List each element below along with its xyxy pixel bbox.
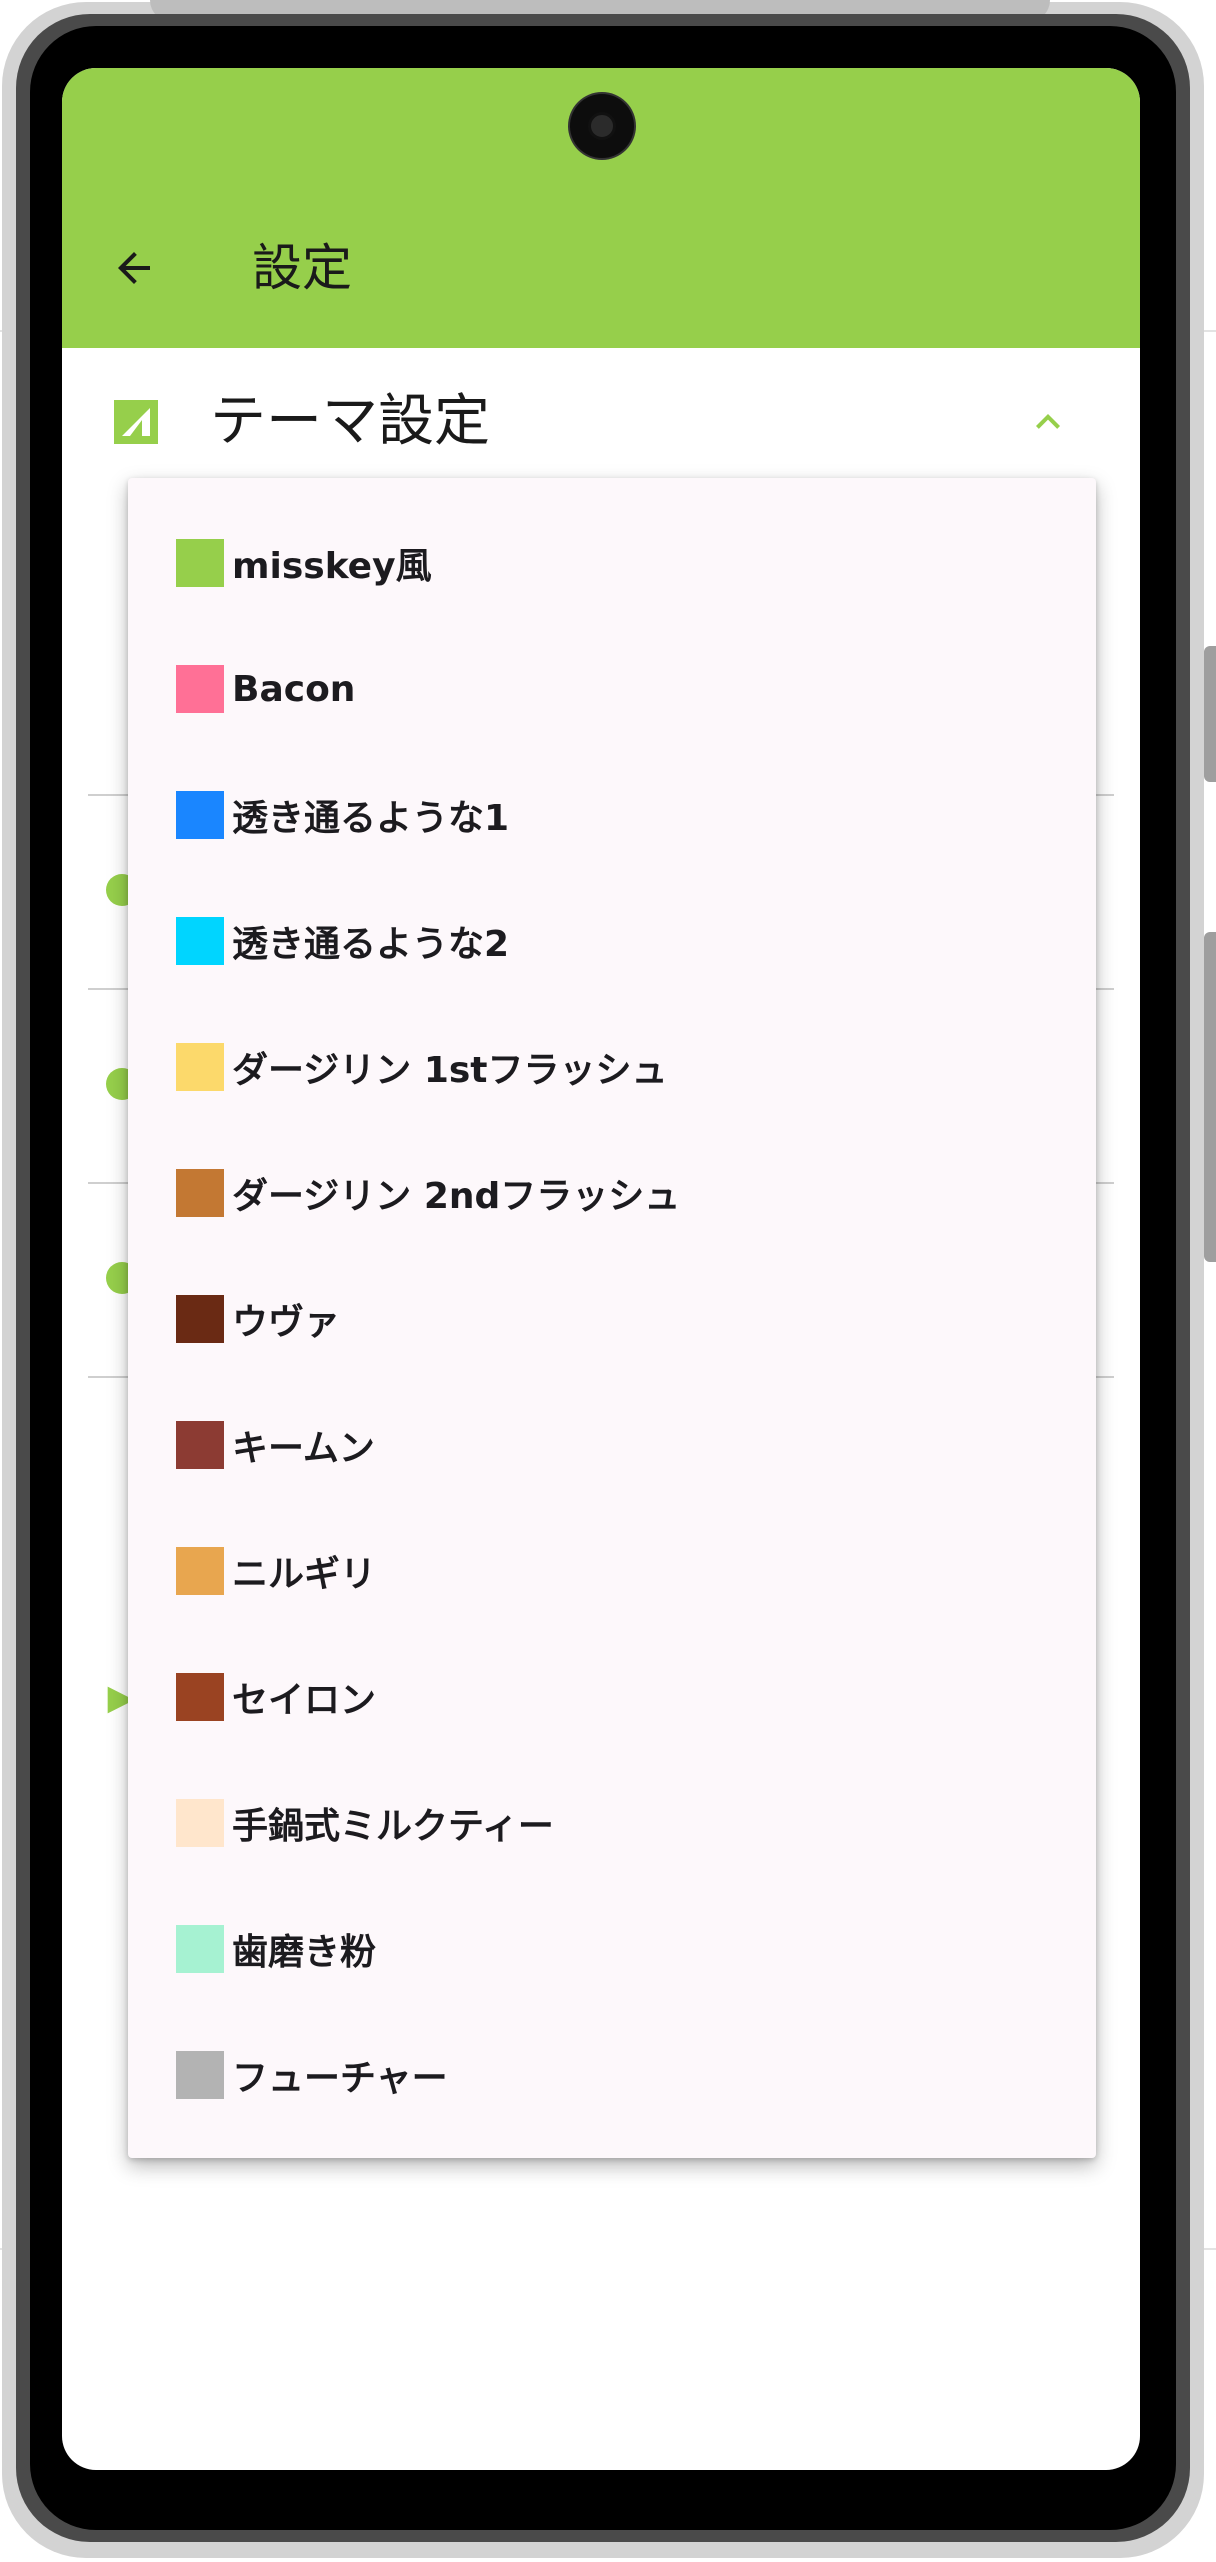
- theme-icon: [114, 400, 158, 444]
- theme-option[interactable]: misskey風: [128, 500, 1096, 626]
- theme-option[interactable]: キームン: [128, 1382, 1096, 1508]
- device-screenshot: 設定 テーマ設定 misskey風 Bacon 透き通るような1 透き通るような2 ダー…: [0, 0, 1216, 2562]
- color-swatch: [176, 1673, 224, 1721]
- power-button: [1204, 932, 1216, 1262]
- theme-option-label: セイロン: [232, 1680, 377, 1721]
- app-screen: 設定 テーマ設定 misskey風 Bacon 透き通るような1 透き通るような2 ダー…: [62, 68, 1140, 2470]
- page-title: 設定: [252, 239, 352, 297]
- theme-dropdown-menu: misskey風 Bacon 透き通るような1 透き通るような2 ダージリン 1stフラ…: [128, 478, 1096, 2158]
- theme-option-label: ダージリン 2ndフラッシュ: [232, 1176, 681, 1217]
- theme-option-label: キームン: [232, 1428, 375, 1469]
- color-swatch: [176, 1169, 224, 1217]
- theme-option-label: 透き通るような1: [232, 798, 510, 839]
- app-bar: 設定: [62, 68, 1140, 348]
- theme-option[interactable]: ダージリン 1stフラッシュ: [128, 1004, 1096, 1130]
- theme-option[interactable]: ダージリン 2ndフラッシュ: [128, 1130, 1096, 1256]
- color-swatch: [176, 665, 224, 713]
- color-swatch: [176, 1547, 224, 1595]
- color-swatch: [176, 917, 224, 965]
- color-swatch: [176, 539, 224, 587]
- section-title: テーマ設定: [210, 389, 490, 454]
- theme-option[interactable]: 透き通るような2: [128, 878, 1096, 1004]
- theme-option-label: Bacon: [232, 668, 356, 710]
- arrow-back-icon: [118, 252, 150, 284]
- color-swatch: [176, 1295, 224, 1343]
- theme-option[interactable]: 歯磨き粉: [128, 1886, 1096, 2012]
- theme-option[interactable]: ニルギリ: [128, 1508, 1096, 1634]
- color-swatch: [176, 1421, 224, 1469]
- theme-option[interactable]: ウヴァ: [128, 1256, 1096, 1382]
- back-button[interactable]: [104, 238, 164, 298]
- theme-option[interactable]: セイロン: [128, 1634, 1096, 1760]
- color-swatch: [176, 1043, 224, 1091]
- theme-option[interactable]: 透き通るような1: [128, 752, 1096, 878]
- theme-option[interactable]: 手鍋式ミルクティー: [128, 1760, 1096, 1886]
- theme-option-label: misskey風: [232, 546, 432, 587]
- theme-option-label: ダージリン 1stフラッシュ: [232, 1050, 668, 1091]
- color-swatch: [176, 791, 224, 839]
- theme-option-label: ニルギリ: [232, 1554, 377, 1595]
- front-camera: [570, 94, 634, 158]
- chevron-up-icon[interactable]: [1024, 398, 1072, 446]
- theme-option[interactable]: フューチャー: [128, 2012, 1096, 2138]
- theme-option-label: 歯磨き粉: [232, 1932, 377, 1973]
- theme-option-label: ウヴァ: [232, 1302, 341, 1343]
- theme-option[interactable]: Bacon: [128, 626, 1096, 752]
- color-swatch: [176, 2051, 224, 2099]
- theme-option-label: フューチャー: [232, 2058, 448, 2099]
- theme-settings-header[interactable]: テーマ設定: [62, 348, 1140, 498]
- theme-option-label: 手鍋式ミルクティー: [232, 1806, 554, 1847]
- volume-button: [1204, 646, 1216, 782]
- color-swatch: [176, 1925, 224, 1973]
- theme-option-label: 透き通るような2: [232, 924, 510, 965]
- color-swatch: [176, 1799, 224, 1847]
